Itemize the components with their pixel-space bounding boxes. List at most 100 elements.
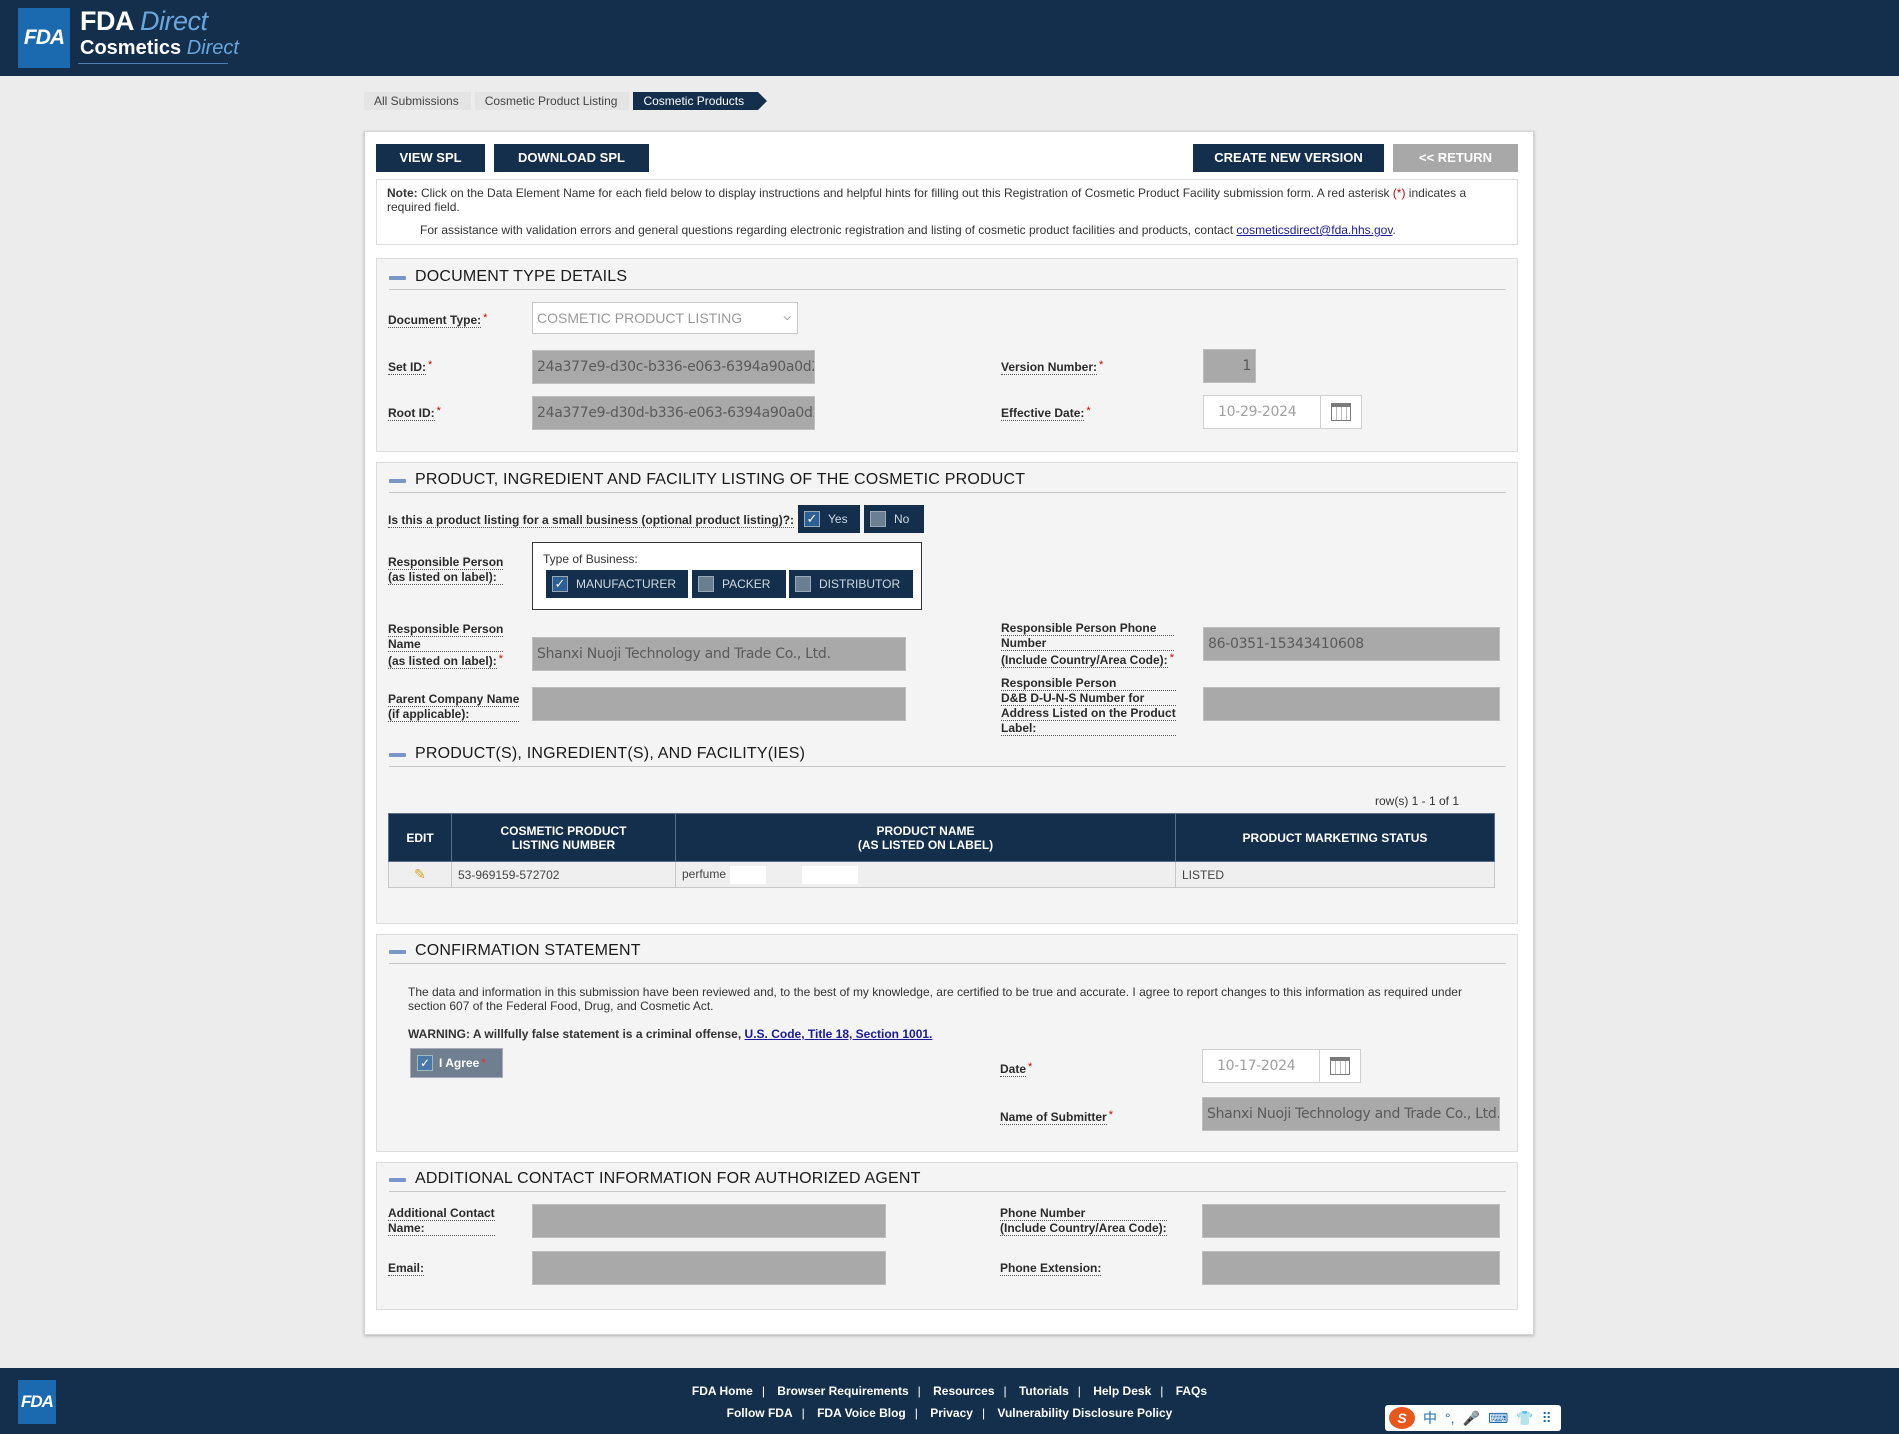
footer-link-fda-home[interactable]: FDA Home [692, 1384, 753, 1398]
i-agree-checkbox[interactable]: ✓ I Agree * [410, 1048, 503, 1078]
col-product-name[interactable]: PRODUCT NAME (AS LISTED ON LABEL) [675, 813, 1176, 862]
rp-name-label-line2: Name [388, 637, 504, 652]
rp-phone-field[interactable]: 86-0351-15343410608 [1203, 627, 1500, 661]
product-listing-title[interactable]: PRODUCT, INGREDIENT AND FACILITY LISTING… [389, 470, 1025, 490]
submitter-name-field[interactable]: Shanxi Nuoji Technology and Trade Co., L… [1202, 1097, 1500, 1131]
section-divider [389, 963, 1506, 964]
rp-duns-field[interactable] [1203, 687, 1500, 721]
collapse-icon[interactable] [389, 950, 406, 954]
fda-logo[interactable]: FDA [18, 8, 70, 68]
root-id-field[interactable]: 24a377e9-d30d-b336-e063-6394a90a0d29 [532, 396, 815, 430]
ime-chinese-mode-icon[interactable]: 中 [1423, 1408, 1437, 1428]
effective-date-calendar-button[interactable] [1320, 395, 1362, 429]
email-label[interactable]: Email: [388, 1261, 425, 1276]
rp-duns-label[interactable]: Responsible Person D&B D-U-N-S Number for… [1001, 676, 1176, 736]
rp-name-label-line1: Responsible Person [388, 622, 504, 637]
effective-date-label[interactable]: Effective Date: * [1001, 404, 1091, 421]
edit-cell[interactable]: ✎ [388, 861, 452, 888]
confirmation-title[interactable]: CONFIRMATION STATEMENT [389, 941, 641, 961]
submitter-name-label-text: Name of Submitter [1000, 1110, 1107, 1125]
footer-link-resources[interactable]: Resources [933, 1384, 994, 1398]
version-number-label[interactable]: Version Number: * [1001, 358, 1103, 375]
responsible-person-label[interactable]: Responsible Person (as listed on label): [388, 555, 504, 585]
ime-menu-icon[interactable]: ⠿ [1542, 1410, 1552, 1427]
footer-link-faqs[interactable]: FAQs [1176, 1384, 1207, 1398]
table-row: ✎ 53-969159-572702 perfume LISTED [388, 861, 1495, 888]
confirmation-date-calendar-button[interactable] [1319, 1049, 1361, 1083]
business-packer-checkbox[interactable]: PACKER [692, 570, 786, 598]
ime-keyboard-icon[interactable]: ⌨ [1488, 1410, 1508, 1427]
agent-contact-title-text: ADDITIONAL CONTACT INFORMATION FOR AUTHO… [415, 1170, 921, 1187]
return-button[interactable]: << RETURN [1393, 144, 1518, 172]
checkmark-icon: ✓ [552, 576, 568, 592]
version-number-field[interactable]: 1 [1203, 349, 1256, 383]
small-business-yes-checkbox[interactable]: ✓ Yes [798, 505, 860, 533]
parent-company-field[interactable] [532, 687, 906, 721]
view-spl-button[interactable]: VIEW SPL [376, 144, 485, 172]
breadcrumb-all-submissions[interactable]: All Submissions [364, 92, 471, 110]
agent-contact-title[interactable]: ADDITIONAL CONTACT INFORMATION FOR AUTHO… [389, 1169, 921, 1189]
brand-title[interactable]: FDA Direct Cosmetics Direct [80, 6, 239, 60]
footer-link-tutorials[interactable]: Tutorials [1019, 1384, 1069, 1398]
footer-link-privacy[interactable]: Privacy [930, 1406, 973, 1420]
collapse-icon[interactable] [389, 479, 406, 483]
note-box: Note: Click on the Data Element Name for… [376, 179, 1518, 245]
business-distributor-checkbox[interactable]: DISTRIBUTOR [789, 570, 913, 598]
download-spl-button[interactable]: DOWNLOAD SPL [494, 144, 649, 172]
ime-punctuation-icon[interactable]: °, [1445, 1410, 1455, 1426]
set-id-field[interactable]: 24a377e9-d30c-b336-e063-6394a90a0d29 [532, 350, 815, 384]
collapse-icon[interactable] [389, 1178, 406, 1182]
parent-company-label[interactable]: Parent Company Name (if applicable): [388, 692, 520, 722]
email-field[interactable] [532, 1251, 886, 1285]
submitter-name-label[interactable]: Name of Submitter * [1000, 1108, 1113, 1125]
ime-microphone-icon[interactable]: 🎤 [1463, 1410, 1480, 1427]
footer-link-fda-voice-blog[interactable]: FDA Voice Blog [817, 1406, 906, 1420]
col-edit[interactable]: EDIT [388, 813, 452, 862]
ime-skin-icon[interactable]: 👕 [1516, 1410, 1533, 1427]
ime-toolbar[interactable]: S 中 °, 🎤 ⌨ 👕 ⠿ [1385, 1405, 1561, 1431]
date-label[interactable]: Date * [1000, 1060, 1032, 1077]
responsible-person-label-line1: Responsible Person [388, 555, 504, 570]
breadcrumb-cosmetic-product-listing[interactable]: Cosmetic Product Listing [474, 92, 630, 110]
col-listing-number[interactable]: COSMETIC PRODUCT LISTING NUMBER [451, 813, 676, 862]
phone-extension-field[interactable] [1202, 1251, 1500, 1285]
collapse-icon[interactable] [389, 753, 406, 757]
products-table: EDIT COSMETIC PRODUCT LISTING NUMBER PRO… [388, 813, 1495, 888]
small-business-label[interactable]: Is this a product listing for a small bu… [388, 513, 795, 528]
root-id-label[interactable]: Root ID: * [388, 404, 441, 421]
set-id-label[interactable]: Set ID: * [388, 358, 432, 375]
note-label: Note: [387, 186, 418, 200]
document-type-label[interactable]: Document Type: * [388, 311, 487, 328]
us-code-link[interactable]: U.S. Code, Title 18, Section 1001. [745, 1027, 933, 1041]
small-business-no-checkbox[interactable]: No [864, 505, 924, 533]
products-table-title[interactable]: PRODUCT(S), INGREDIENT(S), AND FACILITY(… [389, 744, 805, 764]
document-type-select[interactable]: COSMETIC PRODUCT LISTING ⌵ [532, 302, 798, 334]
duns-label-line2: D&B D-U-N-S Number for [1001, 691, 1176, 706]
col-marketing-status[interactable]: PRODUCT MARKETING STATUS [1175, 813, 1495, 862]
collapse-icon[interactable] [389, 276, 406, 280]
additional-contact-label[interactable]: Additional Contact Name: [388, 1206, 495, 1236]
footer-link-help-desk[interactable]: Help Desk [1093, 1384, 1151, 1398]
footer-link-follow-fda[interactable]: Follow FDA [727, 1406, 793, 1420]
create-new-version-button[interactable]: CREATE NEW VERSION [1193, 144, 1384, 172]
phone-extension-label[interactable]: Phone Extension: [1000, 1261, 1102, 1276]
set-id-label-text: Set ID: [388, 360, 427, 375]
agent-phone-field[interactable] [1202, 1204, 1500, 1238]
additional-contact-field[interactable] [532, 1204, 886, 1238]
responsible-person-name-label[interactable]: Responsible Person Name (as listed on labe… [388, 622, 504, 669]
agent-phone-label-line1: Phone Number [1000, 1206, 1167, 1221]
footer-link-browser-requirements[interactable]: Browser Requirements [777, 1384, 908, 1398]
support-email-link[interactable]: cosmeticsdirect@fda.hhs.gov [1236, 223, 1392, 237]
effective-date-field[interactable]: 10-29-2024 [1203, 395, 1321, 429]
footer-link-vulnerability-disclosure[interactable]: Vulnerability Disclosure Policy [997, 1406, 1172, 1420]
confirmation-date-field[interactable]: 10-17-2024 [1202, 1049, 1320, 1083]
document-type-title[interactable]: DOCUMENT TYPE DETAILS [389, 267, 627, 287]
pencil-icon[interactable]: ✎ [414, 866, 426, 882]
responsible-person-name-field[interactable]: Shanxi Nuoji Technology and Trade Co., L… [532, 637, 906, 671]
rp-phone-label[interactable]: Responsible Person Phone Number (Include C… [1001, 621, 1174, 668]
business-manufacturer-checkbox[interactable]: ✓ MANUFACTURER [546, 570, 688, 598]
sogou-ime-icon[interactable]: S [1389, 1407, 1415, 1429]
agent-phone-label[interactable]: Phone Number (Include Country/Area Code): [1000, 1206, 1167, 1236]
brand-direct: Direct [140, 6, 208, 36]
brand-cosmetics: Cosmetics [80, 37, 182, 59]
